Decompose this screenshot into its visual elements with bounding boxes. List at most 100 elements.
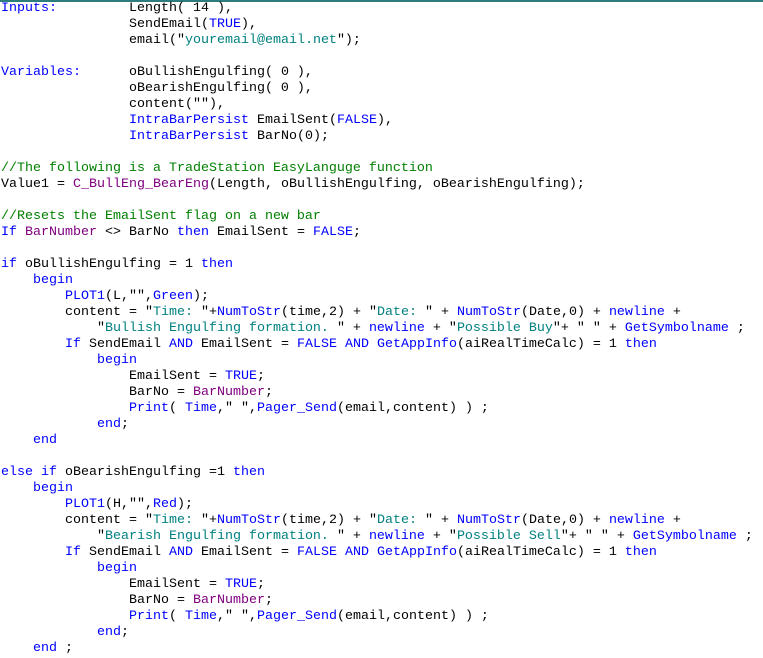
code-text: SendEmail( [1,17,209,32]
code-line[interactable]: begin [1,481,763,497]
code-line[interactable]: oBearishEngulfing( 0 ), [1,81,763,97]
keyword-token: If [65,337,81,352]
keyword-token: TRUE [208,17,241,32]
code-editor[interactable]: Inputs: Length( 14 ), SendEmail(TRUE), e… [1,1,763,658]
code-line[interactable] [1,449,763,465]
code-text: content = " [1,305,153,320]
code-line[interactable] [1,241,763,257]
code-line[interactable]: If SendEmail AND EmailSent = FALSE AND G… [1,545,763,561]
keyword-token: GetSymbolname [632,529,737,544]
code-text: EmailSent( [248,113,337,128]
code-line[interactable]: BarNo = BarNumber; [1,385,763,401]
code-line[interactable]: PLOT1(H,"",Red); [1,497,763,513]
code-line[interactable]: "Bearish Engulfing formation. " + newlin… [1,529,763,545]
code-line[interactable]: Value1 = C_BullEng_BearEng(Length, oBull… [1,177,763,193]
code-line[interactable]: content = "Time: "+NumToStr(time,2) + "D… [1,513,763,529]
code-line[interactable]: //The following is a TradeStation EasyLa… [1,161,763,177]
code-line[interactable]: email("youremail@email.net"); [1,33,763,49]
code-line[interactable]: BarNo = BarNumber; [1,593,763,609]
code-text: (aiRealTimeCalc) = 1 [456,337,625,352]
code-text: EmailSent = [208,225,313,240]
code-line[interactable]: content = "Time: "+NumToStr(time,2) + "D… [1,305,763,321]
keyword-token: newline [368,529,425,544]
code-text: "+ [200,513,217,528]
code-text: " + [336,529,369,544]
code-line[interactable]: EmailSent = TRUE; [1,577,763,593]
code-line[interactable]: end ; [1,641,763,657]
keyword-token: FALSE [296,545,337,560]
code-line[interactable]: end; [1,625,763,641]
code-text: "); [336,33,361,48]
code-line[interactable]: IntraBarPersist BarNo(0); [1,129,763,145]
keyword-token: then [232,465,265,480]
code-line[interactable]: Print( Time," ",Pager_Send(email,content… [1,401,763,417]
code-text: ; [352,225,361,240]
code-line[interactable]: begin [1,273,763,289]
keyword-token: IntraBarPersist [128,129,249,144]
keyword-token: FALSE [336,113,377,128]
code-line[interactable]: Variables: oBullishEngulfing( 0 ), [1,65,763,81]
keyword-token: AND [344,337,369,352]
code-line[interactable] [1,49,763,65]
keyword-token: if [1,257,17,272]
code-text: (Date,0) + [520,513,609,528]
code-line[interactable]: begin [1,353,763,369]
code-line[interactable] [1,193,763,209]
code-text: (L,"", [105,289,153,304]
code-text: " [1,529,105,544]
code-line[interactable]: EmailSent = TRUE; [1,369,763,385]
code-text: (email,content) ) ; [336,401,489,416]
keyword-token: AND [344,545,369,560]
code-text: + [664,513,681,528]
string-token: Possible Sell [456,529,561,544]
code-line[interactable]: content(""), [1,97,763,113]
string-token: Bearish Engulfing formation. [104,529,337,544]
code-line[interactable]: If BarNumber <> BarNo then EmailSent = F… [1,225,763,241]
code-line[interactable]: If SendEmail AND EmailSent = FALSE AND G… [1,337,763,353]
string-token: Time: [152,513,201,528]
keyword-token: Print [128,401,169,416]
keyword-token: end [96,417,121,432]
keyword-token: PLOT1 [65,289,105,304]
code-text: (time,2) + " [280,305,377,320]
keyword-token: begin [96,353,137,368]
code-line[interactable]: if oBullishEngulfing = 1 then [1,257,763,273]
code-line[interactable]: //Resets the EmailSent flag on a new bar [1,209,763,225]
code-line[interactable]: begin [1,561,763,577]
code-line[interactable]: Print( Time," ",Pager_Send(email,content… [1,609,763,625]
comment-token: //Resets the EmailSent flag on a new bar [1,209,321,224]
code-text: ; [120,417,129,432]
code-line[interactable]: end [1,433,763,449]
code-line[interactable]: "Bullish Engulfing formation. " + newlin… [1,321,763,337]
code-line[interactable]: IntraBarPersist EmailSent(FALSE), [1,113,763,129]
code-text: Length( 14 ), [57,1,233,16]
code-line[interactable]: SendEmail(TRUE), [1,17,763,33]
keyword-token: newline [368,321,425,336]
code-text: BarNo = [1,593,193,608]
code-text: " + [424,513,457,528]
code-text: ; [736,529,753,544]
code-text: ), [240,17,257,32]
code-line[interactable]: else if oBearishEngulfing =1 then [1,465,763,481]
code-line[interactable]: PLOT1(L,"",Green); [1,289,763,305]
code-line[interactable]: end; [1,417,763,433]
code-line[interactable] [1,145,763,161]
code-text: "+ " " + [560,529,633,544]
code-line[interactable]: Inputs: Length( 14 ), [1,1,763,17]
code-text: ," ", [216,401,257,416]
keyword-token: Print [128,609,169,624]
